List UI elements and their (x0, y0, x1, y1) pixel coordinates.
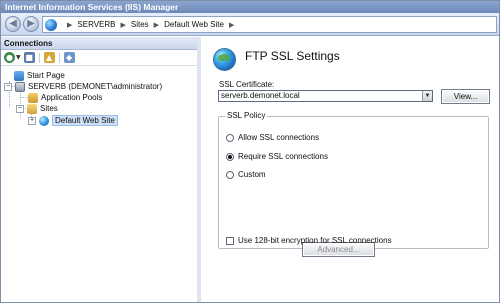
allow-ssl-label: Allow SSL connections (238, 133, 320, 142)
window-title: Internet Information Services (IIS) Mana… (1, 1, 499, 13)
allow-ssl-option[interactable]: Allow SSL connections (226, 132, 319, 143)
require-ssl-option[interactable]: Require SSL connections (226, 151, 328, 162)
custom-ssl-option[interactable]: Custom (226, 169, 266, 180)
connections-toolbar: ● ▼ ■ ▲ ◆ (1, 50, 197, 66)
tree-item-label-selected: Default Web Site (52, 115, 118, 126)
require-ssl-radio[interactable] (226, 152, 234, 161)
tree-item-label: Sites (40, 104, 58, 113)
site-globe-icon (45, 18, 57, 31)
ssl-certificate-value: serverb.demonet.local (221, 91, 300, 100)
forward-button[interactable]: ▶ (23, 16, 39, 32)
toolbar-separator (38, 52, 40, 63)
main-content: Connections ● ▼ ■ ▲ ◆ Start Page − SERVE… (1, 37, 499, 302)
connections-header: Connections (1, 37, 197, 50)
toolbar-separator (58, 52, 60, 63)
connect-dropdown-icon[interactable]: ▼ (16, 54, 21, 61)
server-icon (15, 81, 25, 92)
breadcrumb[interactable]: ▶ SERVERB ▶ Sites ▶ Default Web Site ▶ (42, 16, 497, 33)
sites-folder-icon (27, 103, 37, 114)
tree-item-default-web-site[interactable]: + Default Web Site (28, 115, 118, 126)
ssl-policy-title: SSL Policy (225, 111, 268, 120)
breadcrumb-item-sites[interactable]: Sites (131, 20, 149, 29)
tree-item-label: SERVERB (DEMONET\administrator) (28, 82, 163, 91)
tree-item-sites[interactable]: − Sites (16, 103, 58, 114)
dropdown-arrow-icon[interactable]: ▼ (422, 91, 432, 101)
ftp-ssl-globe-icon (213, 48, 236, 71)
tree-item-label: Start Page (27, 71, 65, 80)
view-certificate-button[interactable]: View... (441, 89, 490, 104)
start-page-icon (14, 70, 24, 81)
tree-item-server[interactable]: − SERVERB (DEMONET\administrator) (4, 81, 162, 92)
tree-item-application-pools[interactable]: Application Pools (28, 92, 102, 103)
feature-pane: FTP SSL Settings SSL Certificate: server… (201, 37, 499, 302)
breadcrumb-separator-icon: ▶ (120, 21, 126, 29)
save-icon[interactable]: ■ (23, 52, 35, 63)
custom-ssl-label: Custom (238, 170, 266, 179)
page-title: FTP SSL Settings (245, 49, 340, 63)
back-button[interactable]: ◀ (5, 16, 21, 32)
ssl-certificate-label: SSL Certificate: (219, 80, 275, 89)
breadcrumb-separator-icon: ▶ (153, 21, 160, 29)
encryption-option[interactable]: Use 128-bit encryption for SSL connectio… (226, 235, 392, 246)
custom-ssl-radio[interactable] (226, 170, 234, 179)
iis-manager-window: Internet Information Services (IIS) Mana… (0, 0, 500, 303)
require-ssl-label: Require SSL connections (238, 152, 328, 161)
rule-icon[interactable]: ◆ (63, 52, 75, 63)
breadcrumb-item-serverb[interactable]: SERVERB (77, 20, 115, 29)
ssl-policy-group: SSL Policy Allow SSL connections Require… (218, 111, 489, 257)
collapse-server-icon[interactable]: − (4, 82, 12, 91)
use-128-bit-encryption-checkbox[interactable] (226, 236, 234, 245)
expand-default-web-site-icon[interactable]: + (28, 116, 36, 125)
application-pools-icon (28, 92, 38, 103)
connections-pane: Connections ● ▼ ■ ▲ ◆ Start Page − SERVE… (1, 37, 201, 302)
ssl-certificate-select[interactable]: serverb.demonet.local ▼ (218, 90, 433, 102)
collapse-sites-icon[interactable]: − (16, 104, 24, 113)
up-icon[interactable]: ▲ (43, 52, 55, 63)
address-bar: ◀ ▶ ▶ SERVERB ▶ Sites ▶ Default Web Site… (1, 13, 499, 36)
tree-item-label: Application Pools (41, 93, 103, 102)
connect-icon[interactable]: ● (4, 52, 15, 63)
breadcrumb-separator-icon: ▶ (228, 21, 235, 29)
tree-connector (20, 97, 28, 98)
web-site-globe-icon (39, 115, 49, 126)
use-128-bit-encryption-label: Use 128-bit encryption for SSL connectio… (238, 236, 392, 245)
breadcrumb-separator-icon: ▶ (67, 21, 73, 29)
tree-item-start-page[interactable]: Start Page (14, 70, 65, 81)
allow-ssl-radio[interactable] (226, 133, 234, 142)
breadcrumb-item-default-web-site[interactable]: Default Web Site (164, 20, 224, 29)
